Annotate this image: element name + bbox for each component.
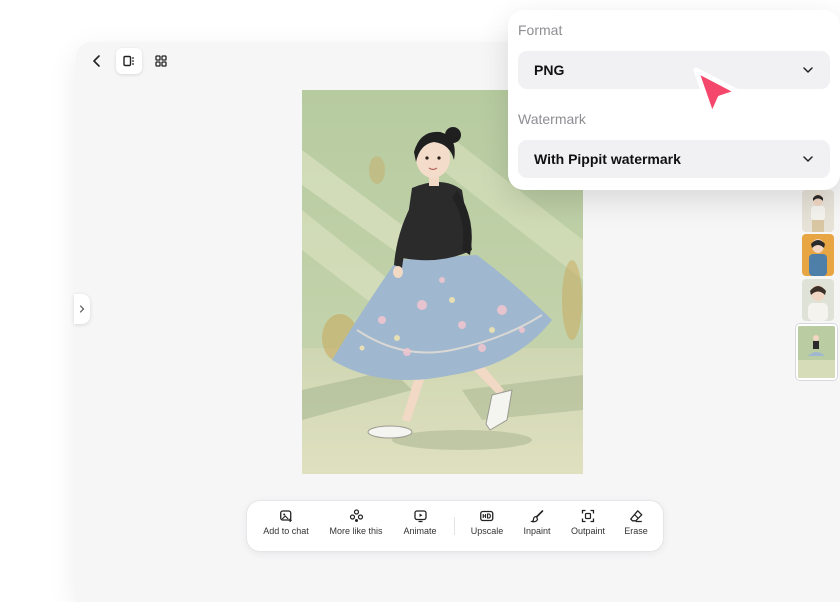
grid-view-icon xyxy=(155,55,167,67)
hd-icon xyxy=(480,510,494,522)
tool-label: Animate xyxy=(403,526,437,536)
thumbnail-2[interactable] xyxy=(802,234,834,276)
tool-label: Outpaint xyxy=(570,526,606,536)
play-frame-icon xyxy=(413,510,427,523)
add-to-chat-button[interactable]: Add to chat xyxy=(263,509,309,536)
tool-label: Upscale xyxy=(470,526,504,536)
upscale-button[interactable]: Upscale xyxy=(470,509,504,536)
pointer-cursor-icon xyxy=(693,67,741,119)
tool-label: Add to chat xyxy=(263,526,309,536)
animate-button[interactable]: Animate xyxy=(403,509,437,536)
watermark-select[interactable]: With Pippit watermark xyxy=(518,140,830,178)
single-view-icon xyxy=(123,55,134,67)
chevron-left-icon xyxy=(93,55,100,67)
tool-label: Erase xyxy=(624,526,648,536)
sparkle-cluster-icon xyxy=(349,509,363,522)
thumbnail-image xyxy=(802,234,834,276)
chevron-down-icon xyxy=(803,67,813,73)
thumbnail-image xyxy=(802,279,834,321)
thumbnail-image xyxy=(802,190,834,232)
export-settings-popover: Format PNG Watermark With Pippit waterma… xyxy=(508,10,840,190)
more-like-this-button[interactable]: More like this xyxy=(329,509,383,536)
tool-label: More like this xyxy=(329,526,383,536)
thumbnail-4-selected[interactable] xyxy=(796,324,837,380)
grid-view-button[interactable] xyxy=(148,48,174,74)
brush-icon xyxy=(530,510,543,523)
single-view-button[interactable] xyxy=(116,48,142,74)
thumbnail-3[interactable] xyxy=(802,279,834,321)
format-label: Format xyxy=(518,22,563,38)
toolbar-divider xyxy=(454,517,455,535)
watermark-label: Watermark xyxy=(518,111,586,127)
chevron-right-icon xyxy=(79,305,85,313)
thumbnail-image xyxy=(798,326,835,378)
chevron-down-icon xyxy=(803,156,813,162)
sidebar-expand-button[interactable] xyxy=(74,294,90,324)
format-selected-value: PNG xyxy=(534,62,565,78)
top-toolbar xyxy=(84,48,174,74)
tool-label: Inpaint xyxy=(523,526,551,536)
expand-frame-icon xyxy=(581,509,595,523)
outpaint-button[interactable]: Outpaint xyxy=(571,509,605,536)
watermark-selected-value: With Pippit watermark xyxy=(534,151,681,167)
thumbnail-1[interactable] xyxy=(802,190,834,232)
inpaint-button[interactable]: Inpaint xyxy=(523,509,551,536)
image-action-toolbar: Add to chat More like this Animate Upsca… xyxy=(246,500,664,552)
format-select[interactable]: PNG xyxy=(518,51,830,89)
eraser-icon xyxy=(629,510,643,523)
back-button[interactable] xyxy=(84,48,110,74)
image-plus-icon xyxy=(279,510,292,522)
erase-button[interactable]: Erase xyxy=(624,509,648,536)
